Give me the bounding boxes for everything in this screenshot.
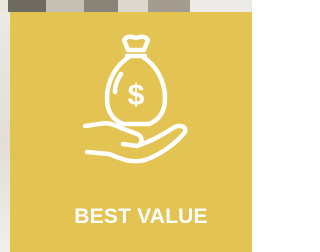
photo-fragment: [0, 0, 8, 12]
page: $ BEST VALUE: [0, 0, 252, 252]
photo-fragment: [84, 0, 118, 12]
photo-fragment: [148, 0, 190, 12]
photo-fragment: [46, 0, 84, 12]
open-hand: [82, 120, 188, 164]
money-bag-highlight: [112, 71, 124, 95]
photo-fragment: [8, 0, 46, 12]
adjacent-panel-edge: [0, 12, 10, 252]
money-bag-tie: [121, 34, 151, 53]
photo-strip: [0, 0, 252, 12]
dollar-sign: $: [128, 79, 145, 112]
photo-fragment: [118, 0, 148, 12]
money-bag-in-hand-icon: $: [82, 34, 188, 164]
photo-fragment: [190, 0, 252, 12]
tile-title: BEST VALUE: [74, 205, 208, 228]
